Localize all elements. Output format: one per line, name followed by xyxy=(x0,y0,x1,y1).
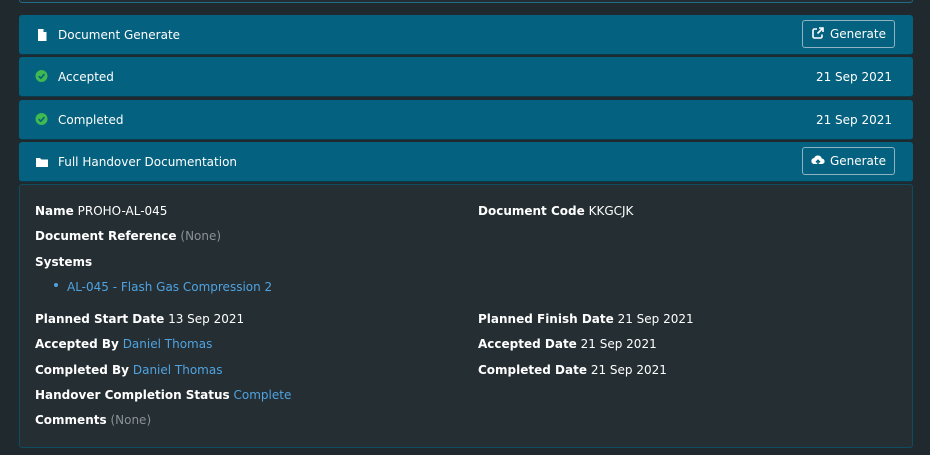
check-circle-icon xyxy=(35,113,49,127)
completed-by-link[interactable]: Daniel Thomas xyxy=(133,363,223,377)
document-generate-button-label: Generate xyxy=(829,27,886,41)
completed-row: Completed 21 Sep 2021 xyxy=(19,100,913,140)
document-generate-label: Document Generate xyxy=(58,28,181,42)
planned-start-date-field: Planned Start Date 13 Sep 2021 xyxy=(35,312,245,326)
systems-label: Systems xyxy=(35,255,93,269)
handover-status-link[interactable]: Complete xyxy=(234,388,292,402)
accepted-date: 21 Sep 2021 xyxy=(815,70,892,84)
full-handover-row[interactable]: Full Handover Documentation Generate xyxy=(19,142,913,182)
full-handover-generate-button-label: Generate xyxy=(829,154,886,168)
full-handover-label: Full Handover Documentation xyxy=(58,155,238,169)
accepted-by-link[interactable]: Daniel Thomas xyxy=(123,337,213,351)
planned-finish-date-field: Planned Finish Date 21 Sep 2021 xyxy=(478,312,694,326)
document-reference-field: Document Reference (None) xyxy=(35,229,222,243)
completed-date-field: Completed Date 21 Sep 2021 xyxy=(478,363,667,377)
cloud-upload-icon xyxy=(811,153,825,170)
document-generate-row: Document Generate Generate xyxy=(19,15,913,55)
previous-panel-edge xyxy=(19,0,913,3)
accepted-by-field: Accepted By Daniel Thomas xyxy=(35,337,213,351)
completed-date: 21 Sep 2021 xyxy=(815,113,892,127)
file-icon xyxy=(35,28,49,42)
completed-by-field: Completed By Daniel Thomas xyxy=(35,363,223,377)
accepted-date-field: Accepted Date 21 Sep 2021 xyxy=(478,337,657,351)
systems-list-item[interactable]: AL-045 - Flash Gas Compression 2 xyxy=(67,279,272,295)
completed-label: Completed xyxy=(58,113,124,127)
folder-icon xyxy=(35,155,49,169)
check-circle-icon xyxy=(35,70,49,84)
name-field: Name PROHO-AL-045 xyxy=(35,204,168,218)
full-handover-generate-button[interactable]: Generate xyxy=(801,147,895,175)
systems-list-bullet xyxy=(54,283,58,287)
system-link[interactable]: AL-045 - Flash Gas Compression 2 xyxy=(67,280,272,294)
accepted-row: Accepted 21 Sep 2021 xyxy=(19,57,913,97)
external-link-icon xyxy=(811,26,825,43)
comments-field: Comments (None) xyxy=(35,413,152,427)
document-generate-button[interactable]: Generate xyxy=(801,20,895,48)
handover-details-panel: Name PROHO-AL-045 Document Code KKGCJK D… xyxy=(19,184,913,448)
handover-completion-status-field: Handover Completion Status Complete xyxy=(35,388,292,402)
accepted-label: Accepted xyxy=(58,70,114,84)
document-code-field: Document Code KKGCJK xyxy=(478,204,634,218)
